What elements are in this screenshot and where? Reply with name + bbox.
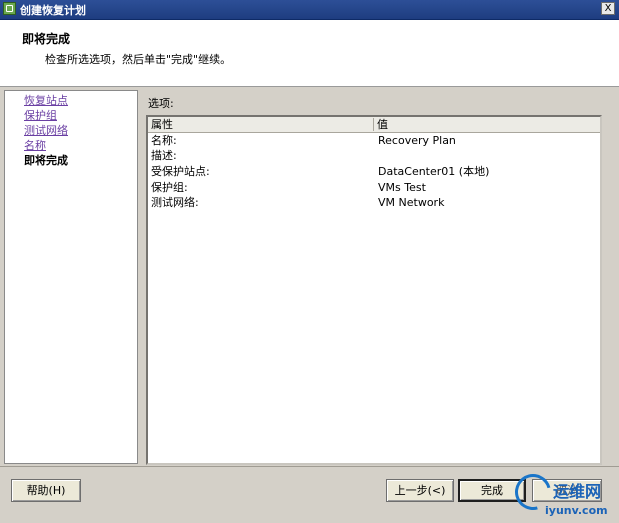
app-icon	[3, 2, 16, 15]
table-row: 保护组: VMs Test	[148, 180, 600, 195]
column-header-property[interactable]: 属性	[148, 118, 374, 131]
step-recovery-site[interactable]: 恢复站点	[24, 94, 68, 108]
step-ready-to-complete: 即将完成	[24, 154, 68, 167]
title-bar: 创建恢复计划 X	[0, 0, 619, 20]
options-label: 选项:	[148, 97, 174, 110]
property-name: 测试网络:	[151, 196, 199, 209]
property-name: 保护组:	[151, 181, 188, 194]
property-name: 受保护站点:	[151, 165, 210, 178]
column-header-value[interactable]: 值	[374, 118, 577, 131]
wizard-header: 即将完成 检查所选选项，然后单击"完成"继续。	[0, 20, 619, 87]
properties-table[interactable]: 属性 值 名称: Recovery Plan 描述: 受保护站点: DataCe…	[146, 115, 602, 465]
property-value: Recovery Plan	[378, 134, 456, 147]
property-value: VMs Test	[378, 181, 426, 194]
table-row: 测试网络: VM Network	[148, 195, 600, 210]
back-button[interactable]: 上一步(<)	[386, 479, 454, 502]
table-header: 属性 值	[148, 117, 600, 133]
window-title: 创建恢复计划	[20, 4, 86, 17]
table-row: 描述:	[148, 148, 600, 163]
page-description: 检查所选选项，然后单击"完成"继续。	[45, 53, 232, 66]
table-row: 受保护站点: DataCenter01 (本地)	[148, 164, 600, 179]
step-protection-group[interactable]: 保护组	[24, 109, 57, 123]
property-name: 描述:	[151, 149, 177, 162]
watermark-brand: 运维网	[553, 482, 602, 501]
watermark-url: iyunv.com	[545, 504, 608, 517]
wizard-body: 恢复站点 保护组 测试网络 名称 即将完成 选项: 属性 值 名称: Recov…	[0, 87, 619, 466]
property-value: VM Network	[378, 196, 445, 209]
watermark-logo: 运维网 iyunv.com	[508, 467, 619, 522]
property-name: 名称:	[151, 134, 177, 147]
close-button[interactable]: X	[601, 2, 615, 15]
property-value: DataCenter01 (本地)	[378, 165, 490, 178]
table-row: 名称: Recovery Plan	[148, 133, 600, 148]
step-name[interactable]: 名称	[24, 139, 46, 153]
step-list: 恢复站点 保护组 测试网络 名称 即将完成	[4, 90, 138, 464]
help-button[interactable]: 帮助(H)	[11, 479, 81, 502]
step-test-network[interactable]: 测试网络	[24, 124, 68, 138]
page-title: 即将完成	[22, 32, 71, 46]
